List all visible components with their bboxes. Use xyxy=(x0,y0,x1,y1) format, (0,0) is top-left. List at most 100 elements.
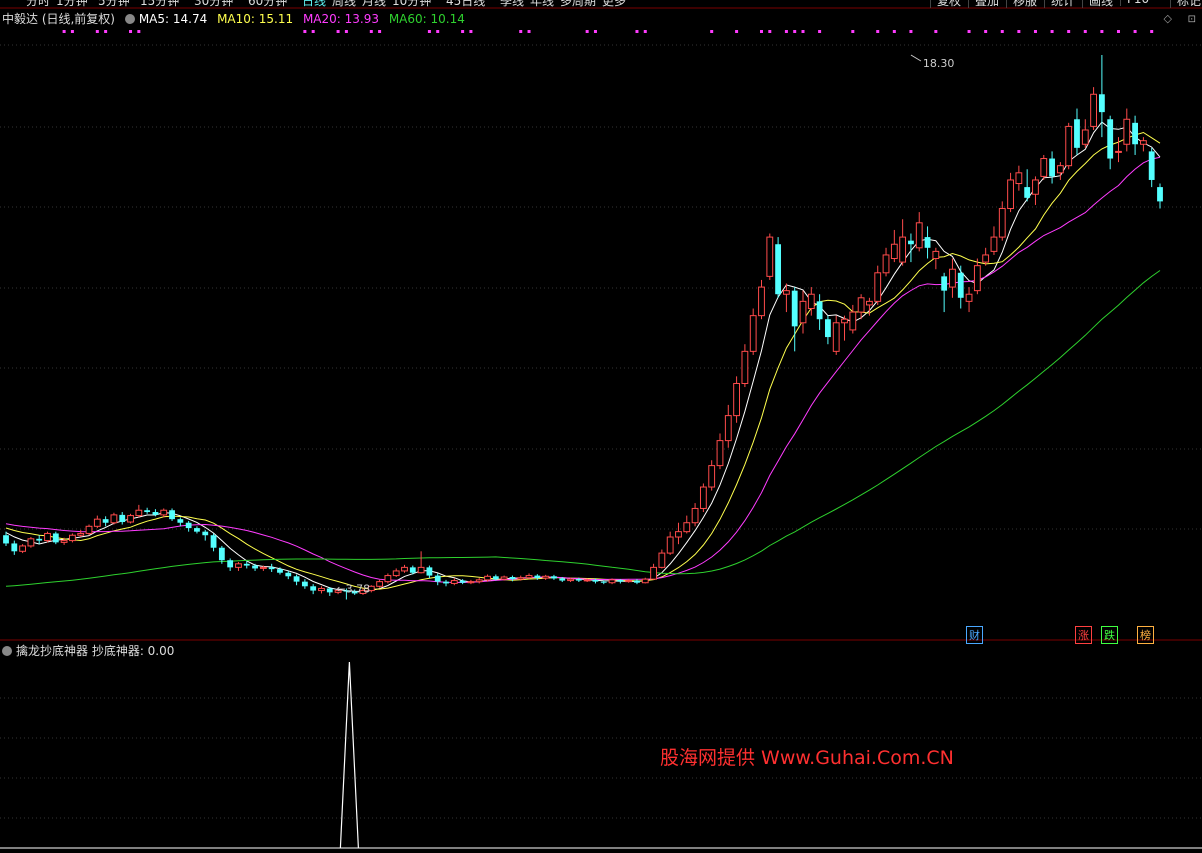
candle-body-69 xyxy=(575,579,582,581)
candle-body-127 xyxy=(1056,165,1064,174)
candle-body-25 xyxy=(210,535,217,548)
candle-body-122 xyxy=(1015,172,1023,185)
toolbar-button-3[interactable]: 统计 xyxy=(1044,0,1081,8)
stock-name: 中毅达 (日线,前复权) xyxy=(2,12,115,26)
candle-body-75 xyxy=(625,580,633,583)
candle-body-26 xyxy=(218,547,225,561)
timeframe-0[interactable]: 分时 xyxy=(26,0,50,8)
candle-body-123 xyxy=(1024,187,1031,198)
candle-body-65 xyxy=(542,575,550,579)
marker-13 xyxy=(436,30,440,33)
candle-body-115 xyxy=(957,272,964,298)
marker-4 xyxy=(129,30,133,33)
marker-38 xyxy=(1017,30,1021,33)
candle-body-66 xyxy=(551,576,557,579)
timeframe-8[interactable]: 月线 xyxy=(362,0,386,8)
candle-body-81 xyxy=(675,531,682,538)
marker-37 xyxy=(1000,30,1004,33)
candle-body-106 xyxy=(882,254,890,274)
marker-43 xyxy=(1100,30,1104,33)
timeframe-12[interactable]: 年线 xyxy=(530,0,554,8)
candle-body-50 xyxy=(417,566,425,574)
marker-18 xyxy=(585,30,589,33)
timeframe-7[interactable]: 周线 xyxy=(332,0,356,8)
candle-body-130 xyxy=(1081,129,1089,145)
timeframe-13[interactable]: 多周期 xyxy=(560,0,596,8)
marker-22 xyxy=(710,30,714,33)
event-tag-1[interactable]: 涨 xyxy=(1075,626,1092,644)
indicator-collapse-icon[interactable] xyxy=(2,646,12,656)
candle-body-135 xyxy=(1123,118,1131,145)
toolbar-button-4[interactable]: 画线 xyxy=(1082,0,1119,8)
candle-body-67 xyxy=(559,578,566,581)
ma5-value: MA5: 14.74 xyxy=(138,12,208,26)
marker-16 xyxy=(519,30,523,33)
candle-body-47 xyxy=(392,570,400,577)
event-tag-2[interactable]: 跌 xyxy=(1101,626,1118,644)
marker-31 xyxy=(876,30,880,33)
candle-body-121 xyxy=(1007,179,1014,210)
candle-body-91 xyxy=(758,286,765,317)
diamond-icon[interactable]: ◇ xyxy=(1164,12,1172,25)
kline-chart[interactable]: 18.30 ←3.78 xyxy=(0,0,1202,853)
toolbar-button-5[interactable]: F10 xyxy=(1120,0,1155,6)
candle-body-74 xyxy=(617,579,624,582)
candle-body-120 xyxy=(998,208,1006,238)
toolbar-button-1[interactable]: 叠加 xyxy=(968,0,1005,8)
candle-body-93 xyxy=(775,244,782,295)
marker-28 xyxy=(801,30,805,33)
candle-body-129 xyxy=(1074,119,1080,148)
candle-body-113 xyxy=(941,276,948,291)
marker-42 xyxy=(1083,30,1087,33)
candle-body-105 xyxy=(874,272,882,302)
candle-body-126 xyxy=(1049,158,1055,177)
event-tag-0[interactable]: 财 xyxy=(966,626,983,644)
toolbar-button-0[interactable]: 复权 xyxy=(930,0,967,8)
candle-body-83 xyxy=(691,507,699,524)
timeframe-11[interactable]: 季线 xyxy=(500,0,524,8)
indicator-spike xyxy=(339,661,359,849)
candle-body-14 xyxy=(119,514,126,523)
window-control-icon[interactable]: ⊡ xyxy=(1188,14,1196,25)
candle-body-27 xyxy=(227,560,234,568)
timeframe-5[interactable]: 60分钟 xyxy=(248,0,287,8)
timeframe-6[interactable]: 日线 xyxy=(302,0,326,8)
candle-body-18 xyxy=(152,512,159,515)
candle-body-54 xyxy=(450,580,458,584)
candle-body-102 xyxy=(849,311,857,331)
marker-23 xyxy=(735,30,739,33)
candle-body-59 xyxy=(492,576,499,580)
timeframe-4[interactable]: 30分钟 xyxy=(194,0,233,8)
marker-44 xyxy=(1116,30,1120,33)
candle-body-86 xyxy=(716,440,724,467)
candle-body-112 xyxy=(932,250,940,260)
candle-body-28 xyxy=(235,563,242,568)
candle-body-35 xyxy=(293,576,300,582)
candle-body-114 xyxy=(949,268,956,288)
toolbar-button-2[interactable]: 移服 xyxy=(1006,0,1043,8)
toolbar-button-6[interactable]: 标记 xyxy=(1170,0,1202,8)
timeframe-2[interactable]: 5分钟 xyxy=(98,0,130,8)
event-tag-3[interactable]: 榜 xyxy=(1137,626,1154,644)
timeframe-9[interactable]: 10分钟 xyxy=(392,0,431,8)
marker-45 xyxy=(1133,30,1137,33)
candle-body-33 xyxy=(277,569,283,573)
candle-body-29 xyxy=(243,563,250,566)
annotation-high: 18.30 xyxy=(923,57,955,70)
candle-body-87 xyxy=(724,415,732,442)
marker-9 xyxy=(344,30,348,33)
indicator-legend: 擒龙抄底神器 抄底神器: 0.00 xyxy=(2,642,174,659)
timeframe-3[interactable]: 15分钟 xyxy=(140,0,179,8)
candle-body-12 xyxy=(102,519,109,523)
timeframe-10[interactable]: 45日线 xyxy=(446,0,485,8)
marker-10 xyxy=(369,30,373,33)
timeframe-14[interactable]: 更多 xyxy=(602,0,626,8)
marker-3 xyxy=(104,30,108,33)
collapse-icon[interactable] xyxy=(124,14,135,24)
timeframe-1[interactable]: 1分钟 xyxy=(56,0,88,8)
candle-body-60 xyxy=(500,576,508,580)
marker-19 xyxy=(593,30,597,33)
marker-32 xyxy=(892,30,896,33)
candle-body-13 xyxy=(110,514,118,524)
candle-body-22 xyxy=(185,522,192,529)
